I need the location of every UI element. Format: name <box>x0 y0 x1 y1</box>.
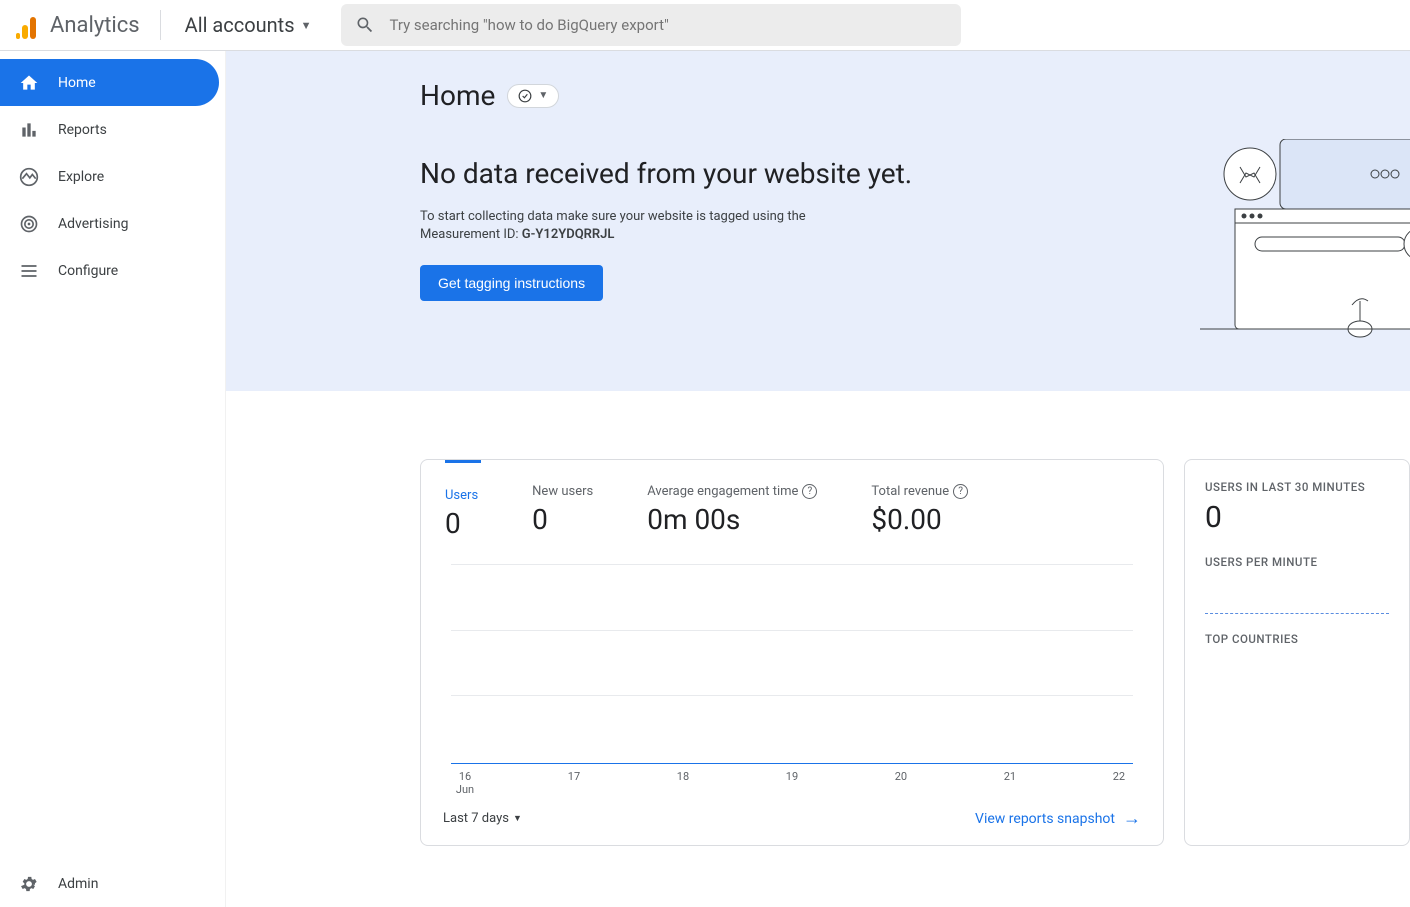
sidebar-item-label: Advertising <box>58 216 128 232</box>
sidebar-item-configure[interactable]: Configure <box>0 247 219 294</box>
verification-chip[interactable]: ▼ <box>507 84 559 108</box>
gear-icon <box>18 873 40 895</box>
brand-name: Analytics <box>50 13 140 38</box>
banner-subtext: To start collecting data make sure your … <box>420 208 820 244</box>
chart-grid <box>451 564 1133 764</box>
onboarding-illustration <box>1180 139 1410 359</box>
overview-card: Users 0 New users 0 Average engagement t… <box>420 459 1164 846</box>
sidebar-item-reports[interactable]: Reports <box>0 106 219 153</box>
chevron-down-icon: ▼ <box>538 90 548 101</box>
bar-chart-icon <box>18 119 40 141</box>
link-text: View reports snapshot <box>975 811 1115 827</box>
metric-tab-engagement-time[interactable]: Average engagement time ? 0m 00s <box>647 484 817 540</box>
sidebar-item-home[interactable]: Home <box>0 59 219 106</box>
chevron-down-icon: ▼ <box>513 813 522 824</box>
banner-heading: No data received from your website yet. <box>420 158 940 190</box>
x-tick: 18 <box>671 770 695 796</box>
metric-tab-new-users[interactable]: New users 0 <box>532 484 593 540</box>
check-circle-icon <box>518 89 532 103</box>
metric-tabs: Users 0 New users 0 Average engagement t… <box>421 460 1163 546</box>
arrow-right-icon: → <box>1123 808 1141 829</box>
sidebar-item-admin[interactable]: Admin <box>0 860 219 907</box>
help-icon[interactable]: ? <box>953 484 968 499</box>
trend-chart: 16Jun 17 18 19 20 21 22 <box>451 564 1133 796</box>
metric-label: Users <box>445 488 478 503</box>
x-tick: 20 <box>889 770 913 796</box>
sidebar-item-explore[interactable]: Explore <box>0 153 219 200</box>
top-countries-label: TOP COUNTRIES <box>1205 632 1389 646</box>
metric-value: 0 <box>532 503 593 536</box>
page-title: Home <box>420 79 495 112</box>
sparkline-placeholder <box>1205 613 1389 614</box>
account-picker[interactable]: All accounts ▼ <box>177 9 320 41</box>
sidebar-item-label: Explore <box>58 169 104 185</box>
measurement-id: G-Y12YDQRRJL <box>522 227 615 242</box>
date-range-label: Last 7 days <box>443 811 509 826</box>
onboarding-banner: Home ▼ No data received from your websit… <box>226 51 1410 391</box>
realtime-users-label: USERS IN LAST 30 MINUTES <box>1205 480 1389 494</box>
x-tick: 21 <box>998 770 1022 796</box>
table-icon <box>18 260 40 282</box>
analytics-logo-icon <box>16 11 40 39</box>
x-tick-month: Jun <box>453 783 477 796</box>
metric-value: 0m 00s <box>647 503 817 536</box>
x-tick: 16 <box>459 770 471 783</box>
chart-x-axis: 16Jun 17 18 19 20 21 22 <box>451 764 1133 796</box>
search-input[interactable]: Try searching "how to do BigQuery export… <box>341 4 961 46</box>
metric-tab-users[interactable]: Users 0 <box>445 484 478 540</box>
x-tick: 19 <box>780 770 804 796</box>
metric-label: Average engagement time ? <box>647 484 817 499</box>
x-tick: 22 <box>1107 770 1131 796</box>
search-placeholder: Try searching "how to do BigQuery export… <box>389 16 668 34</box>
date-range-picker[interactable]: Last 7 days ▼ <box>443 811 522 826</box>
view-reports-snapshot-link[interactable]: View reports snapshot → <box>975 808 1141 829</box>
target-icon <box>18 213 40 235</box>
account-picker-label: All accounts <box>185 13 295 37</box>
sidebar-item-label: Admin <box>58 876 98 892</box>
realtime-users-value: 0 <box>1205 500 1389 535</box>
x-tick: 17 <box>562 770 586 796</box>
metric-tab-revenue[interactable]: Total revenue ? $0.00 <box>871 484 968 540</box>
metric-value: $0.00 <box>871 503 968 536</box>
users-per-minute-label: USERS PER MINUTE <box>1205 555 1389 569</box>
home-icon <box>18 72 40 94</box>
metric-label: Total revenue ? <box>871 484 968 499</box>
explore-icon <box>18 166 40 188</box>
divider <box>160 10 161 40</box>
realtime-card: USERS IN LAST 30 MINUTES 0 USERS PER MIN… <box>1184 459 1410 846</box>
sidebar-item-label: Reports <box>58 122 107 138</box>
sidebar-item-label: Configure <box>58 263 118 279</box>
logo[interactable]: Analytics <box>12 11 144 39</box>
metric-label: New users <box>532 484 593 499</box>
tagging-instructions-button[interactable]: Get tagging instructions <box>420 265 603 301</box>
sidebar: Home Reports Explore Advertising Configu… <box>0 51 226 907</box>
top-bar: Analytics All accounts ▼ Try searching "… <box>0 0 1410 51</box>
main-content: Home ▼ No data received from your websit… <box>226 51 1410 907</box>
chevron-down-icon: ▼ <box>301 19 312 32</box>
sidebar-item-label: Home <box>58 75 96 91</box>
metric-value: 0 <box>445 507 478 540</box>
sidebar-item-advertising[interactable]: Advertising <box>0 200 219 247</box>
search-icon <box>355 15 375 35</box>
help-icon[interactable]: ? <box>802 484 817 499</box>
